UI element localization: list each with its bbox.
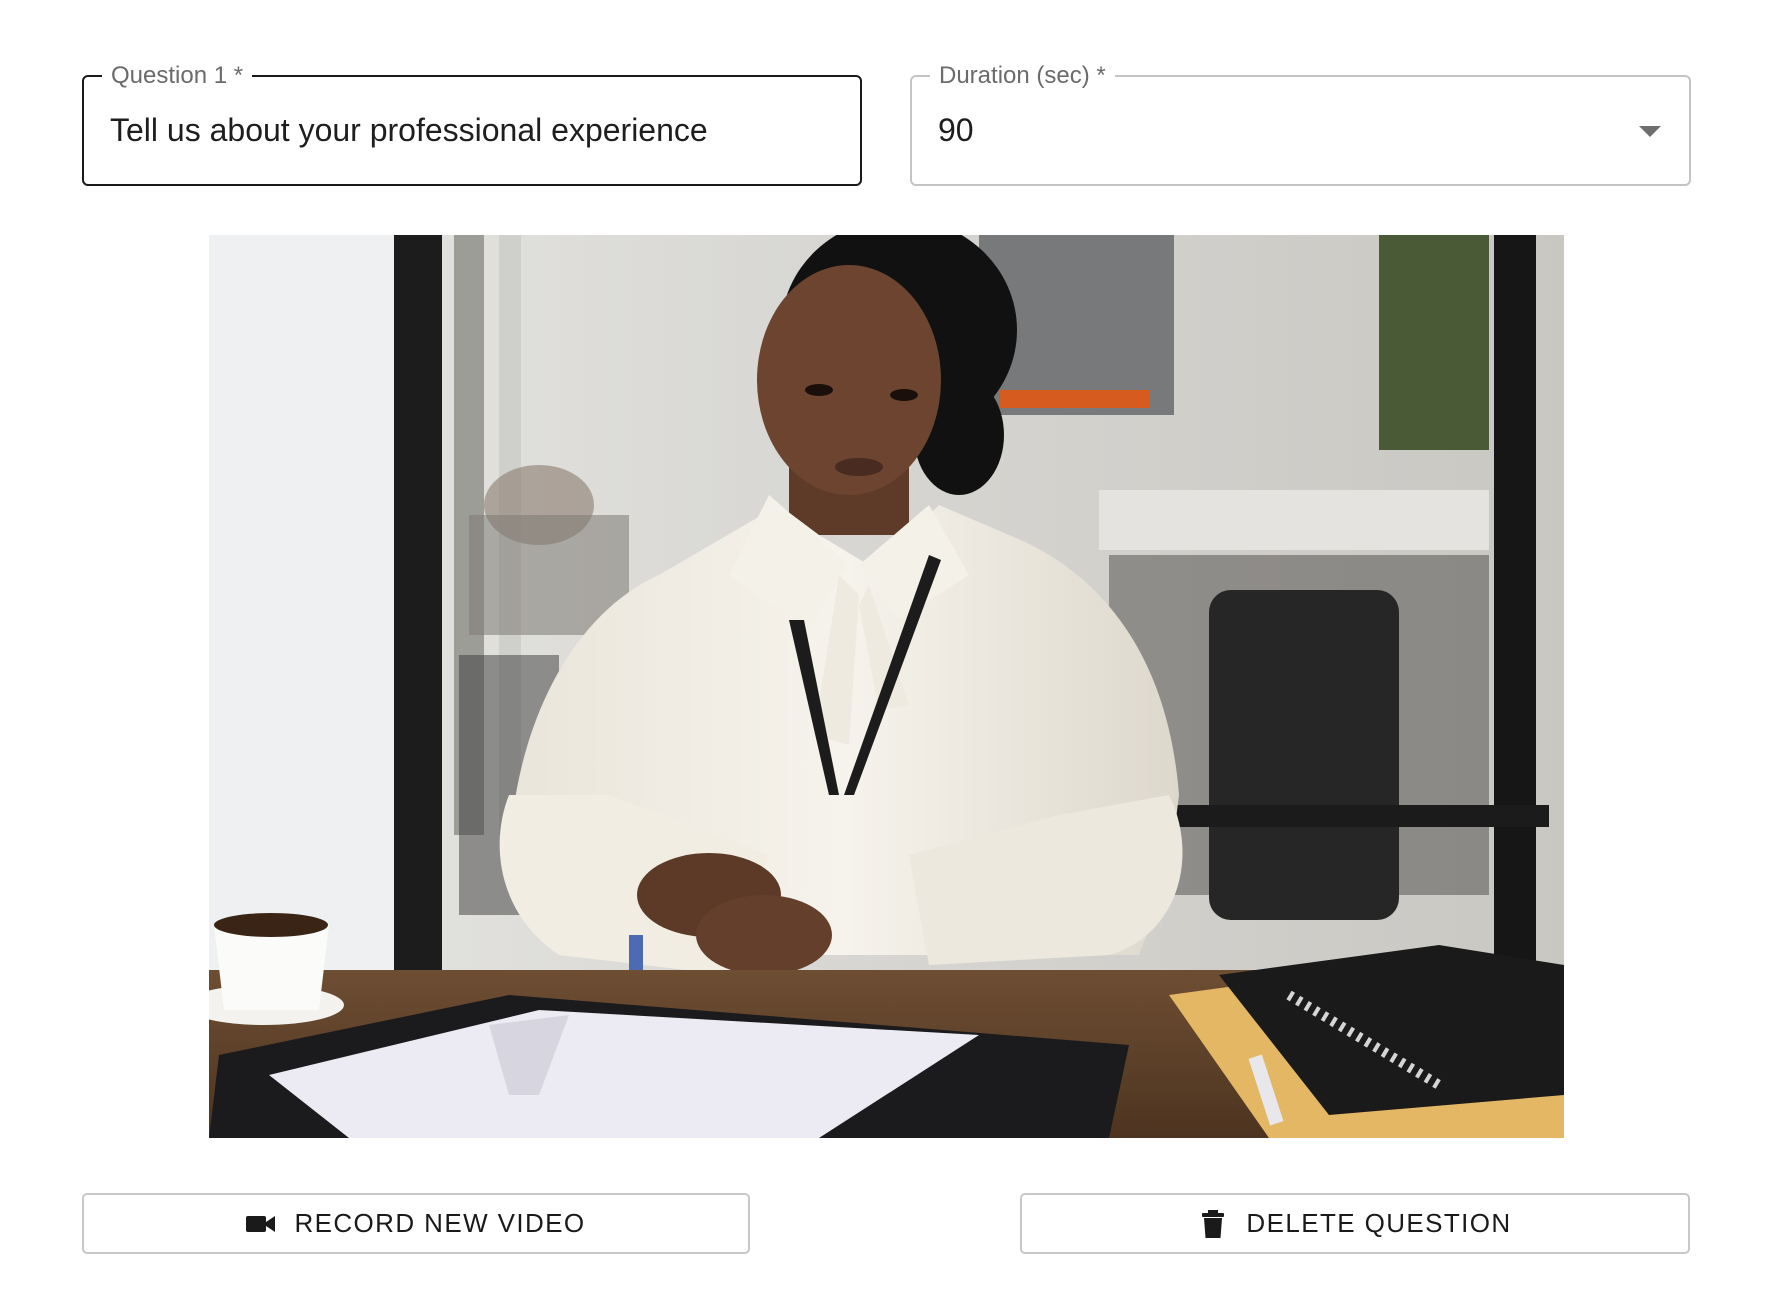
- question-input[interactable]: [110, 77, 834, 184]
- question-field[interactable]: Question 1 *: [82, 61, 862, 186]
- videocam-icon: [246, 1209, 276, 1239]
- video-frame-image: [209, 235, 1564, 1138]
- delete-question-label: DELETE QUESTION: [1246, 1208, 1512, 1238]
- record-new-video-button[interactable]: RECORD NEW VIDEO: [82, 1193, 750, 1254]
- video-preview[interactable]: [209, 235, 1564, 1138]
- record-new-video-label: RECORD NEW VIDEO: [294, 1208, 586, 1238]
- duration-value: 90: [938, 112, 974, 148]
- trash-icon: [1198, 1209, 1228, 1239]
- dropdown-arrow-icon: [1639, 125, 1661, 137]
- duration-select[interactable]: Duration (sec) * 90: [910, 61, 1691, 186]
- delete-question-button[interactable]: DELETE QUESTION: [1020, 1193, 1690, 1254]
